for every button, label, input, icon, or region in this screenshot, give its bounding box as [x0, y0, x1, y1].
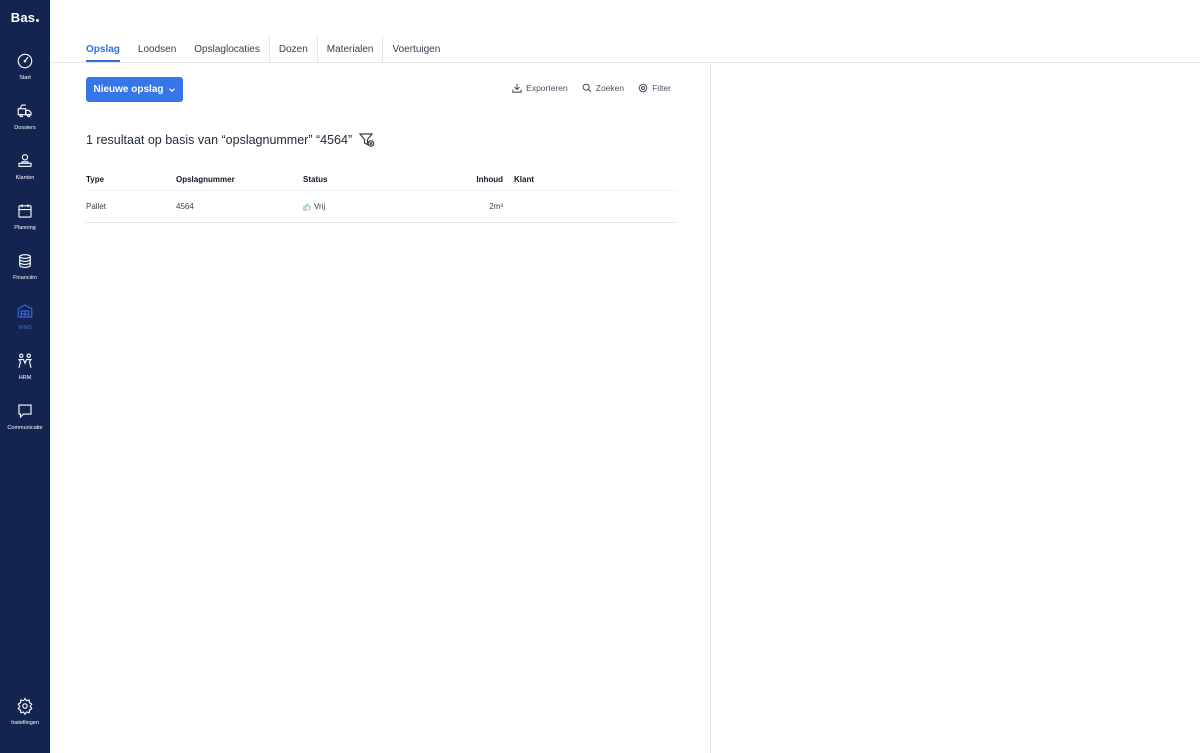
sidebar-item-dossiers[interactable]: Dossiers	[0, 100, 50, 150]
download-icon	[512, 83, 522, 93]
truck-icon	[17, 104, 32, 118]
sidebar-item-hrm[interactable]: HRM	[0, 350, 50, 400]
toolbar-actions: Exporteren Zoeken Filter	[512, 83, 671, 93]
search-button[interactable]: Zoeken	[582, 83, 624, 93]
filter-button[interactable]: Filter	[638, 83, 671, 93]
sidebar: Bas Start Dossiers Klanten Planning Fina…	[0, 0, 50, 753]
clients-icon	[18, 154, 32, 167]
app-logo[interactable]: Bas	[10, 10, 40, 28]
sidebar-item-label: Communicatie	[7, 425, 43, 431]
search-icon	[582, 83, 592, 93]
main-content: Opslag Loodsen Opslaglocaties Dozen Mate…	[50, 0, 710, 753]
header-number[interactable]: Opslagnummer	[176, 175, 303, 184]
cell-status: Vrij	[303, 202, 443, 211]
export-label: Exporteren	[526, 83, 568, 93]
logo-dot	[36, 19, 40, 22]
calendar-icon	[18, 204, 32, 218]
sidebar-item-label: Instellingen	[11, 720, 39, 726]
sidebar-item-label: HRM	[18, 375, 32, 381]
chat-icon	[18, 404, 32, 419]
result-summary-text: 1 resultaat op basis van “opslagnummer” …	[86, 133, 353, 147]
sidebar-item-wms[interactable]: WMS	[0, 300, 50, 350]
people-icon	[17, 353, 33, 368]
sidebar-item-planning[interactable]: Planning	[0, 200, 50, 250]
tab-voertuigen[interactable]: Voertuigen	[382, 36, 449, 62]
tab-dozen[interactable]: Dozen	[268, 36, 317, 62]
logo-text: Bas	[10, 10, 36, 25]
cell-content: 2m³	[489, 202, 503, 211]
tab-bar: Opslag Loodsen Opslaglocaties Dozen Mate…	[86, 36, 449, 62]
tab-loodsen[interactable]: Loodsen	[129, 36, 185, 62]
coins-icon	[19, 254, 31, 268]
sidebar-item-klanten[interactable]: Klanten	[0, 150, 50, 200]
header-content[interactable]: Inhoud	[443, 175, 503, 184]
tab-opslaglocaties[interactable]: Opslaglocaties	[185, 36, 269, 62]
chevron-down-icon	[168, 87, 175, 92]
sidebar-item-instellingen[interactable]: Instellingen	[0, 695, 50, 745]
sidebar-item-label: Dossiers	[14, 125, 36, 131]
sidebar-nav: Start Dossiers Klanten Planning Financië…	[0, 50, 50, 450]
header-type[interactable]: Type	[86, 175, 176, 184]
cell-type: Pallet	[86, 202, 107, 211]
sidebar-item-label: WMS	[18, 325, 32, 331]
sidebar-item-label: Start	[19, 75, 31, 81]
result-summary: 1 resultaat op basis van “opslagnummer” …	[86, 132, 375, 148]
storage-table: Type Opslagnummer Status Inhoud Klant Pa…	[86, 168, 677, 223]
sidebar-item-label: Klanten	[15, 175, 35, 181]
sidebar-item-label: Financiën	[13, 275, 37, 281]
detail-panel	[710, 62, 1200, 753]
new-storage-button[interactable]: Nieuwe opslag	[86, 77, 183, 102]
export-button[interactable]: Exporteren	[512, 83, 568, 93]
tab-materialen[interactable]: Materialen	[316, 36, 383, 62]
sidebar-item-communicatie[interactable]: Communicatie	[0, 400, 50, 450]
sidebar-item-financien[interactable]: Financiën	[0, 250, 50, 300]
sidebar-item-label: Planning	[14, 225, 36, 231]
new-storage-label: Nieuwe opslag	[93, 84, 164, 95]
table-header: Type Opslagnummer Status Inhoud Klant	[86, 168, 677, 191]
tab-opslag[interactable]: Opslag	[86, 36, 129, 62]
table-row[interactable]: Pallet 4564 Vrij 2m³	[86, 191, 677, 223]
header-status[interactable]: Status	[303, 175, 443, 184]
cell-status-label: Vrij	[314, 202, 326, 211]
cell-number: 4564	[176, 202, 194, 211]
filter-label: Filter	[652, 83, 671, 93]
filter-gear-icon	[638, 83, 648, 93]
gear-icon	[17, 697, 33, 715]
clear-filter-icon[interactable]	[359, 132, 375, 148]
search-label: Zoeken	[595, 83, 625, 93]
sidebar-item-start[interactable]: Start	[0, 50, 50, 100]
gauge-icon	[17, 53, 33, 69]
warehouse-icon	[17, 304, 33, 318]
header-client[interactable]: Klant	[503, 175, 653, 184]
thumbs-up-icon	[303, 202, 311, 211]
